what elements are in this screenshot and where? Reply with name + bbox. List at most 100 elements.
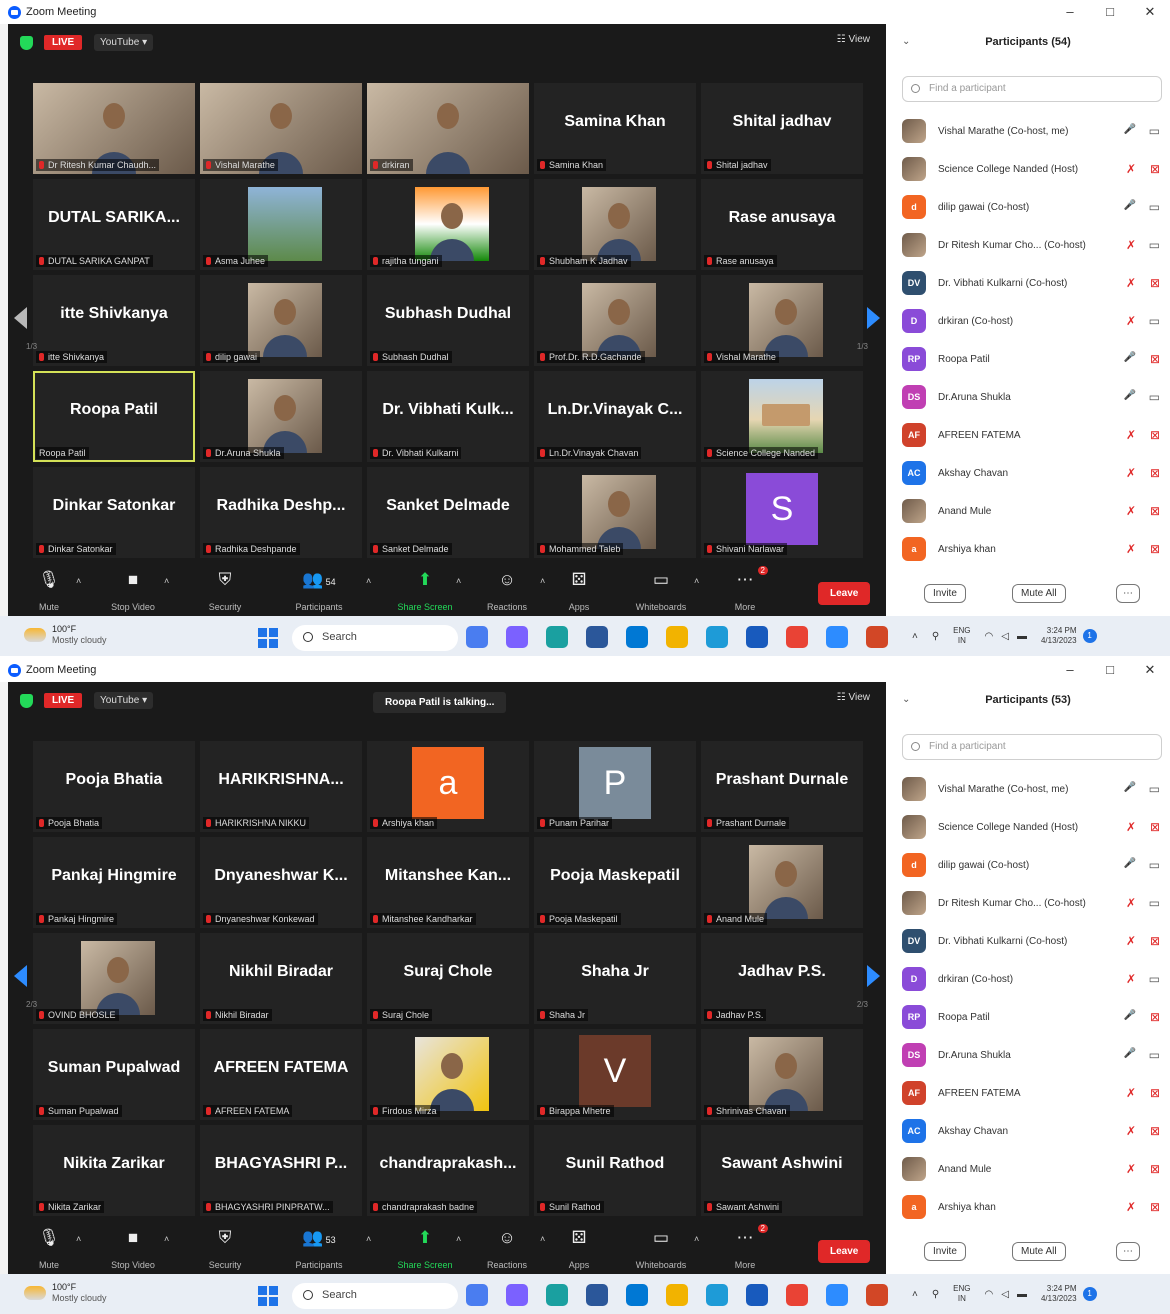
maximize-button[interactable]: □ [1090, 0, 1130, 24]
chevron-up-icon[interactable]: ˄ [694, 576, 699, 586]
video-tile[interactable]: Dr. Vibhati Kulk... Dr. Vibhati Kulkarni [367, 371, 529, 462]
participant-row[interactable]: DV Dr. Vibhati Kulkarni (Co-host) ✗ ⊠ [902, 922, 1164, 960]
video-tile[interactable]: Prashant Durnale Prashant Durnale [701, 741, 863, 832]
apps-button[interactable]: ⚄ Apps [540, 568, 618, 612]
more-button[interactable]: ⋯ 2 More [706, 566, 784, 612]
video-tile[interactable]: Suman Pupalwad Suman Pupalwad [33, 1029, 195, 1120]
video-tile[interactable]: BHAGYASHRI P... BHAGYASHRI PINPRATW... [200, 1125, 362, 1216]
more-button[interactable]: ⋯ 2 More [706, 1224, 784, 1270]
video-tile[interactable]: Anand Mule [701, 837, 863, 928]
taskbar-app-icon[interactable] [826, 1284, 848, 1306]
microphone-icon[interactable]: 🎤 [1124, 782, 1136, 793]
chevron-up-icon[interactable]: ˄ [164, 1234, 169, 1244]
video-tile[interactable]: DUTAL SARIKA... DUTAL SARIKA GANPAT [33, 179, 195, 270]
taskbar-app-icon[interactable] [586, 626, 608, 648]
security-button[interactable]: ⛨ Security [186, 1226, 264, 1270]
security-shield-icon[interactable] [20, 36, 33, 50]
taskbar-app-icon[interactable] [666, 626, 688, 648]
video-tile[interactable]: drkiran [367, 83, 529, 174]
chevron-up-icon[interactable]: ˄ [456, 576, 461, 586]
muted-mic-icon[interactable]: ✗ [1126, 1124, 1136, 1138]
participant-row[interactable]: Vishal Marathe (Co-host, me) 🎤 ▭ [902, 112, 1164, 150]
video-tile[interactable]: chandraprakash... chandraprakash badne [367, 1125, 529, 1216]
stream-dropdown[interactable]: YouTube ▾ [94, 692, 154, 709]
next-page-arrow-icon[interactable] [867, 307, 880, 329]
taskbar-app-icon[interactable] [626, 626, 648, 648]
weather-widget[interactable]: 100°F Mostly cloudy [24, 1282, 107, 1304]
minimize-button[interactable]: – [1050, 0, 1090, 24]
taskbar-app-icon[interactable] [506, 1284, 528, 1306]
video-tile[interactable]: Prof.Dr. R.D.Gachande [534, 275, 696, 366]
video-tile[interactable]: Nikhil Biradar Nikhil Biradar [200, 933, 362, 1024]
participant-row[interactable]: AC Akshay Chavan ✗ ⊠ [902, 1112, 1164, 1150]
taskbar-app-icon[interactable] [706, 1284, 728, 1306]
muted-mic-icon[interactable]: ✗ [1126, 162, 1136, 176]
participants-button[interactable]: 👥 53 Participants [280, 1226, 358, 1270]
participant-row[interactable]: AC Akshay Chavan ✗ ⊠ [902, 454, 1164, 492]
clock[interactable]: 3:24 PM 4/13/2023 [1041, 626, 1077, 646]
more-options-icon[interactable]: ⋯ [1116, 584, 1140, 603]
battery-icon[interactable]: ▬ [1017, 1289, 1027, 1300]
video-off-icon[interactable]: ⊠ [1150, 352, 1160, 366]
video-tile[interactable]: rajitha tungani [367, 179, 529, 270]
taskbar-app-icon[interactable] [866, 626, 888, 648]
video-tile[interactable]: a Arshiya khan [367, 741, 529, 832]
reactions-button[interactable]: ☺ Reactions [468, 1226, 546, 1270]
more-options-icon[interactable]: ⋯ [1116, 1242, 1140, 1261]
video-tile[interactable]: V Birappa Mhetre [534, 1029, 696, 1120]
chevron-up-icon[interactable]: ˄ [366, 576, 371, 586]
video-tile[interactable]: Ln.Dr.Vinayak C... Ln.Dr.Vinayak Chavan [534, 371, 696, 462]
taskbar-app-icon[interactable] [826, 626, 848, 648]
chevron-up-icon[interactable]: ˄ [694, 1234, 699, 1244]
view-button[interactable]: ☷ View [837, 692, 870, 703]
chevron-up-icon[interactable]: ˄ [912, 631, 918, 642]
taskbar-app-icon[interactable] [746, 1284, 768, 1306]
share-screen-button[interactable]: ⬆ Share Screen [386, 1226, 464, 1270]
prev-page-arrow-icon[interactable] [14, 965, 27, 987]
clock[interactable]: 3:24 PM 4/13/2023 [1041, 1284, 1077, 1304]
video-off-icon[interactable]: ⊠ [1150, 1010, 1160, 1024]
chevron-up-icon[interactable]: ˄ [164, 576, 169, 586]
chevron-up-icon[interactable]: ˄ [76, 1234, 81, 1244]
taskbar-search[interactable]: Search [292, 625, 458, 651]
mute-all-button[interactable]: Mute All [1012, 584, 1066, 603]
chevron-up-icon[interactable]: ˄ [366, 1234, 371, 1244]
reactions-button[interactable]: ☺ Reactions [468, 568, 546, 612]
video-tile[interactable]: Dnyaneshwar K... Dnyaneshwar Konkewad [200, 837, 362, 928]
security-shield-icon[interactable] [20, 694, 33, 708]
location-icon[interactable]: ⚲ [932, 1289, 939, 1300]
video-tile[interactable]: Sanket Delmade Sanket Delmade [367, 467, 529, 558]
muted-mic-icon[interactable]: ✗ [1126, 504, 1136, 518]
video-off-icon[interactable]: ⊠ [1150, 276, 1160, 290]
microphone-icon[interactable]: 🎤 [1124, 124, 1136, 135]
language-indicator[interactable]: ENG IN [953, 626, 970, 646]
stream-dropdown[interactable]: YouTube ▾ [94, 34, 154, 51]
whiteboards-button[interactable]: ▭ Whiteboards [622, 1226, 700, 1270]
video-off-icon[interactable]: ⊠ [1150, 1200, 1160, 1214]
video-tile[interactable]: Shital jadhav Shital jadhav [701, 83, 863, 174]
mute-button[interactable]: 🎙 Mute [10, 568, 88, 612]
participant-search-input[interactable]: Find a participant [902, 734, 1162, 760]
live-badge[interactable]: LIVE [44, 35, 83, 50]
participant-row[interactable]: Ddrkiran (Co-host) ✗ ▭ [902, 302, 1164, 340]
participants-button[interactable]: 👥 54 Participants [280, 568, 358, 612]
participant-row[interactable]: Dr Ritesh Kumar Cho... (Co-host) ✗ ▭ [902, 226, 1164, 264]
taskbar-app-icon[interactable] [866, 1284, 888, 1306]
participant-row[interactable]: AF AFREEN FATEMA ✗ ⊠ [902, 1074, 1164, 1112]
video-tile[interactable]: Sawant Ashwini Sawant Ashwini [701, 1125, 863, 1216]
mute-button[interactable]: 🎙 Mute [10, 1226, 88, 1270]
video-camera-icon[interactable]: ▭ [1149, 238, 1160, 252]
participant-row[interactable]: RP Roopa Patil 🎤 ⊠ [902, 998, 1164, 1036]
video-tile[interactable]: Pooja Bhatia Pooja Bhatia [33, 741, 195, 832]
video-tile[interactable]: Jadhav P.S. Jadhav P.S. [701, 933, 863, 1024]
taskbar-app-icon[interactable] [786, 1284, 808, 1306]
video-off-icon[interactable]: ⊠ [1150, 1162, 1160, 1176]
participant-row[interactable]: Vishal Marathe (Co-host, me) 🎤 ▭ [902, 770, 1164, 808]
taskbar-app-icon[interactable] [506, 626, 528, 648]
video-camera-icon[interactable]: ▭ [1149, 314, 1160, 328]
video-tile[interactable]: Vishal Marathe [701, 275, 863, 366]
wifi-icon[interactable]: ◠ [985, 1289, 994, 1300]
windows-start-icon[interactable] [258, 628, 278, 648]
video-camera-icon[interactable]: ▭ [1149, 124, 1160, 138]
microphone-icon[interactable]: 🎤 [1124, 352, 1136, 363]
